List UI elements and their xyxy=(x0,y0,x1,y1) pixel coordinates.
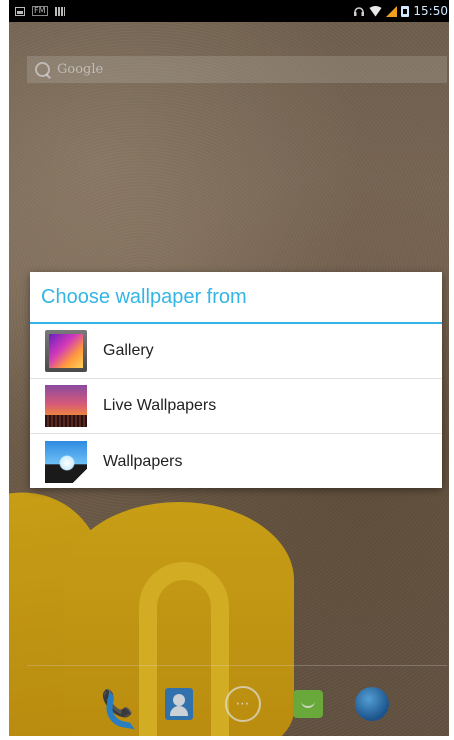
screenshot-icon xyxy=(15,6,25,16)
dialog-item-wallpapers[interactable]: Wallpapers xyxy=(30,434,442,489)
bars-icon xyxy=(54,6,65,16)
signal-icon xyxy=(386,5,398,17)
status-time: 15:50 xyxy=(413,4,448,18)
live-wallpapers-icon xyxy=(45,385,87,427)
gallery-icon xyxy=(45,330,87,372)
sim-icon xyxy=(401,5,410,17)
choose-wallpaper-dialog: Choose wallpaper from Gallery Live Wallp… xyxy=(30,272,442,488)
phone-screen: Google ⋯ FM xyxy=(9,0,449,736)
dialog-item-label: Gallery xyxy=(103,342,154,359)
status-bar: FM 15:50 xyxy=(9,0,449,22)
dialog-title: Choose wallpaper from xyxy=(30,272,442,324)
headset-icon xyxy=(354,7,365,16)
fm-radio-icon: FM xyxy=(32,6,48,16)
dialog-item-gallery[interactable]: Gallery xyxy=(30,324,442,379)
dialog-item-live-wallpapers[interactable]: Live Wallpapers xyxy=(30,379,442,434)
dialog-item-label: Wallpapers xyxy=(103,452,183,470)
dialog-item-label: Live Wallpapers xyxy=(103,397,217,414)
wifi-icon xyxy=(369,5,382,16)
wallpapers-icon xyxy=(45,440,87,483)
